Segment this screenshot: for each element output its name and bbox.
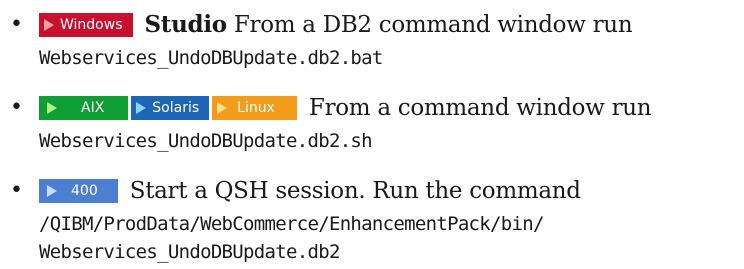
command-file-line: Webservices_UndoDBUpdate.db2	[39, 241, 340, 263]
product-name: Studio	[144, 11, 228, 38]
step-text-spacer	[227, 10, 234, 40]
platform-tag-linux: Linux	[212, 96, 297, 120]
platform-tag-label: 400	[71, 183, 98, 199]
right-triangle-icon	[217, 102, 228, 114]
bullet: •	[10, 178, 23, 203]
command-line: Webservices_UndoDBUpdate.db2.bat	[39, 47, 383, 69]
step-heading: Windows Studio From a DB2 command window…	[39, 8, 633, 42]
step-heading: AIX Solaris Linux From a command window …	[39, 91, 652, 125]
platform-tag-solaris: Solaris	[131, 96, 210, 120]
step-heading: 400 Start a QSH session. Run the command	[39, 174, 581, 208]
right-triangle-icon	[44, 19, 54, 31]
right-triangle-icon	[47, 185, 57, 197]
bullet: •	[10, 95, 23, 120]
platform-tag-aix: AIX	[39, 96, 129, 120]
platform-tags: 400	[39, 179, 118, 203]
platform-tag-label: Linux	[237, 100, 275, 116]
platform-tags: AIX Solaris Linux	[39, 96, 297, 120]
step-text: From a DB2 command window run	[233, 12, 633, 38]
platform-tag-windows: Windows	[39, 13, 133, 37]
step-text: Start a QSH session. Run the command	[129, 178, 581, 204]
platform-tags: Windows	[39, 13, 133, 37]
platform-tag-label: Solaris	[152, 100, 200, 116]
platform-tag-label: AIX	[81, 100, 105, 116]
right-triangle-icon	[136, 102, 147, 114]
right-triangle-icon	[47, 102, 57, 114]
command-line: Webservices_UndoDBUpdate.db2.sh	[39, 130, 373, 152]
platform-tag-label: Windows	[60, 17, 123, 33]
platform-tag-400: 400	[39, 179, 118, 203]
step-text: From a command window run	[308, 95, 652, 121]
bullet: •	[10, 12, 23, 37]
command-path-line: /QIBM/ProdData/WebCommerce/EnhancementPa…	[39, 213, 544, 235]
